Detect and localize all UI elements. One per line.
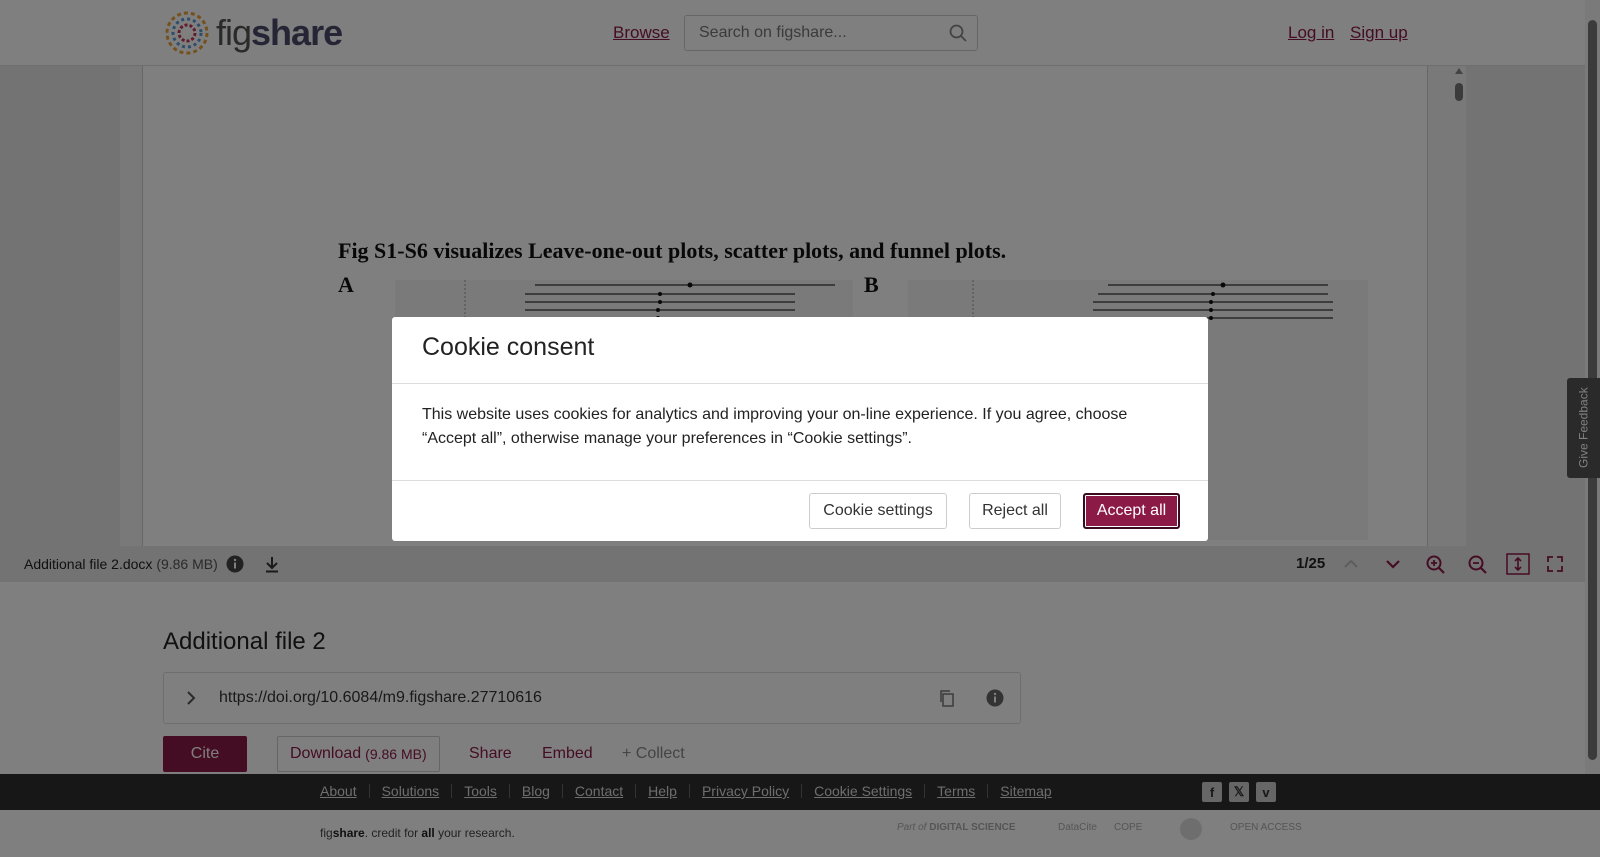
accept-all-button[interactable]: Accept all — [1083, 493, 1180, 529]
modal-divider — [392, 383, 1208, 384]
cookie-consent-dialog: Cookie consent This website uses cookies… — [392, 317, 1208, 541]
modal-backdrop: Cookie consent This website uses cookies… — [0, 0, 1600, 857]
modal-divider — [392, 480, 1208, 481]
modal-body: This website uses cookies for analytics … — [422, 406, 1128, 447]
modal-title: Cookie consent — [422, 333, 595, 361]
reject-all-button[interactable]: Reject all — [969, 493, 1061, 529]
cookie-settings-button[interactable]: Cookie settings — [809, 493, 947, 529]
